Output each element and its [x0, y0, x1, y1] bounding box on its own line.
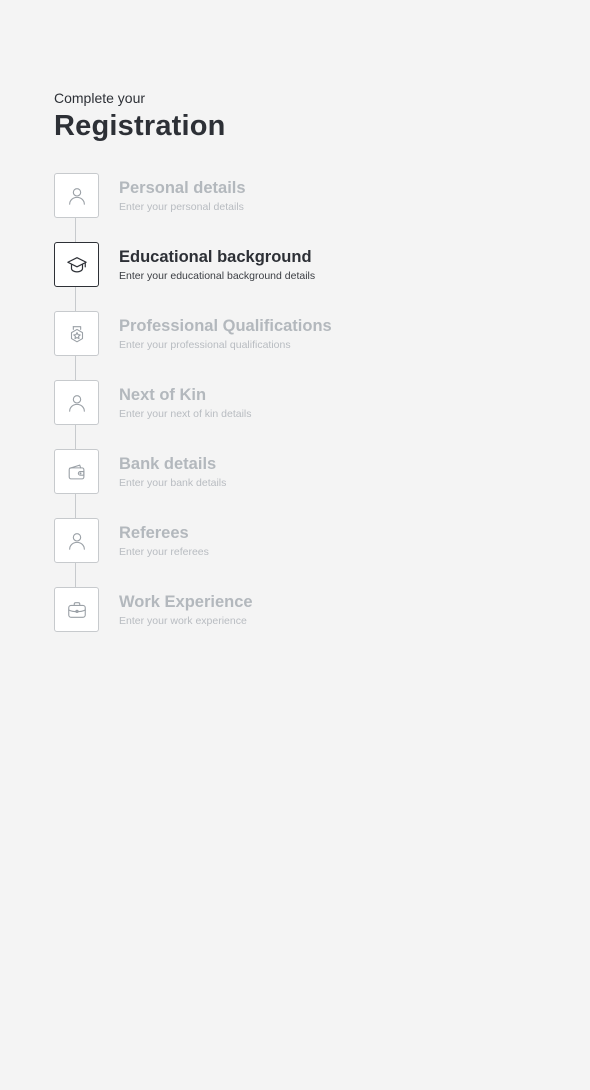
- step-connector: [75, 425, 76, 449]
- step-professional-qualifications[interactable]: Professional Qualifications Enter your p…: [54, 311, 534, 380]
- step-bank-details[interactable]: Bank details Enter your bank details: [54, 449, 534, 518]
- step-description: Enter your educational background detail…: [119, 270, 316, 282]
- step-description: Enter your next of kin details: [119, 408, 252, 420]
- user-icon: [68, 532, 85, 550]
- page-title: Registration: [54, 110, 226, 142]
- step-label: Next of Kin: [119, 386, 207, 404]
- user-icon: [68, 394, 85, 412]
- step-connector: [75, 218, 76, 242]
- step-icon-box: [54, 380, 99, 425]
- page-header: Complete your Registration: [54, 89, 226, 143]
- step-referees[interactable]: Referees Enter your referees: [54, 518, 534, 587]
- page-kicker: Complete your: [54, 90, 146, 106]
- step-work-experience[interactable]: Work Experience Enter your work experien…: [54, 587, 534, 656]
- step-icon-box: [54, 242, 99, 287]
- step-description: Enter your referees: [119, 546, 209, 558]
- step-label: Bank details: [119, 455, 217, 473]
- step-connector: [75, 287, 76, 311]
- step-icon-box: [54, 587, 99, 632]
- step-educational-background[interactable]: Educational background Enter your educat…: [54, 242, 534, 311]
- step-connector: [75, 494, 76, 518]
- user-icon: [68, 187, 85, 205]
- step-next-of-kin[interactable]: Next of Kin Enter your next of kin detai…: [54, 380, 534, 449]
- step-description: Enter your personal details: [119, 201, 244, 213]
- registration-steps: Personal details Enter your personal det…: [54, 173, 534, 656]
- step-label: Work Experience: [119, 593, 253, 611]
- step-icon-box: [54, 311, 99, 356]
- step-icon-box: [54, 518, 99, 563]
- graduation-cap-icon: [66, 256, 87, 272]
- step-label: Personal details: [119, 179, 246, 197]
- step-label: Professional Qualifications: [119, 317, 332, 335]
- step-icon-box: [54, 173, 99, 218]
- step-description: Enter your professional qualifications: [119, 339, 291, 351]
- badge-icon: [70, 325, 83, 342]
- wallet-icon: [68, 464, 84, 479]
- step-connector: [75, 563, 76, 587]
- step-description: Enter your work experience: [119, 615, 247, 627]
- step-connector: [75, 356, 76, 380]
- registration-page: Complete your Registration Personal deta…: [0, 0, 590, 1090]
- briefcase-icon: [67, 601, 86, 618]
- step-description: Enter your bank details: [119, 477, 227, 489]
- step-icon-box: [54, 449, 99, 494]
- step-label: Referees: [119, 524, 189, 542]
- step-label: Educational background: [119, 248, 312, 266]
- step-personal-details[interactable]: Personal details Enter your personal det…: [54, 173, 534, 242]
